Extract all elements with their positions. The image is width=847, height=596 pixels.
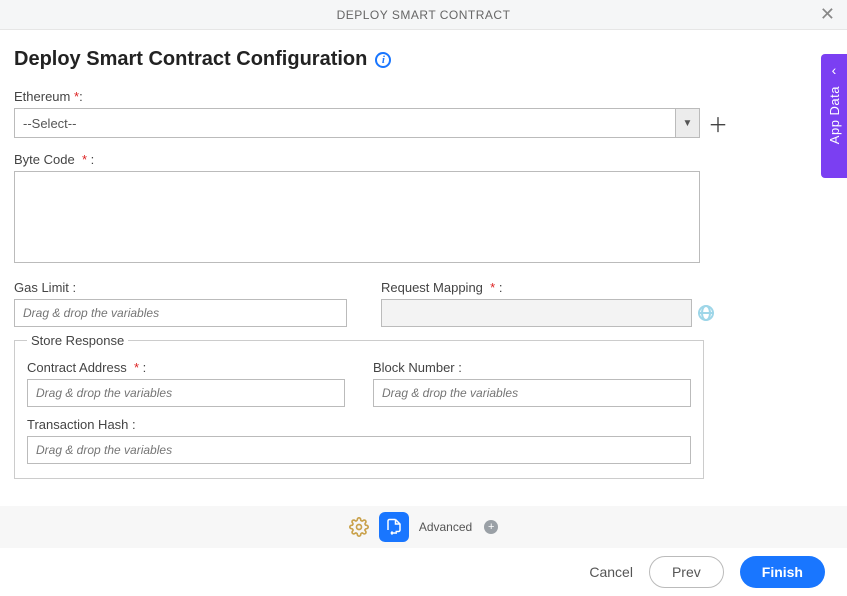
page-title: Deploy Smart Contract Configuration [14, 48, 367, 71]
gaslimit-label: Gas Limit : [14, 280, 76, 295]
store-response-group: Store Response Contract Address * : Bloc… [14, 333, 704, 479]
add-ethereum-button[interactable]: ＋ [708, 109, 728, 138]
ethereum-label: Ethereum *: [14, 89, 83, 104]
gear-icon[interactable] [349, 517, 369, 537]
app-data-side-tab[interactable]: ‹ App Data [821, 54, 847, 178]
dialog-footer: Cancel Prev Finish [0, 548, 847, 596]
bytecode-label: Byte Code * : [14, 152, 94, 167]
document-swap-icon[interactable] [379, 512, 409, 542]
advanced-label[interactable]: Advanced [419, 520, 472, 534]
ethereum-selected-value: --Select-- [23, 116, 76, 131]
close-icon[interactable]: ✕ [820, 4, 835, 25]
dialog-body: Deploy Smart Contract Configuration i Et… [0, 30, 847, 479]
dialog-title: DEPLOY SMART CONTRACT [337, 8, 511, 22]
contractaddress-input[interactable] [27, 379, 345, 407]
chevron-down-icon: ▼ [675, 109, 699, 137]
gaslimit-input[interactable] [14, 299, 347, 327]
transactionhash-label: Transaction Hash : [27, 417, 136, 432]
advanced-plus-icon[interactable]: + [484, 520, 498, 534]
app-data-label: App Data [827, 86, 842, 144]
chevron-left-icon: ‹ [832, 62, 837, 78]
requestmapping-input[interactable] [381, 299, 692, 327]
ethereum-select[interactable]: --Select-- ▼ [14, 108, 700, 138]
dialog-titlebar: DEPLOY SMART CONTRACT ✕ [0, 0, 847, 30]
contractaddress-label: Contract Address * : [27, 360, 146, 375]
prev-button[interactable]: Prev [649, 556, 724, 588]
blocknumber-label: Block Number : [373, 360, 462, 375]
cancel-button[interactable]: Cancel [589, 564, 633, 580]
blocknumber-input[interactable] [373, 379, 691, 407]
finish-button[interactable]: Finish [740, 556, 825, 588]
store-response-legend: Store Response [27, 333, 128, 348]
transactionhash-input[interactable] [27, 436, 691, 464]
bottom-toolbar: Advanced + [0, 506, 847, 548]
info-icon[interactable]: i [375, 52, 391, 68]
bytecode-textarea[interactable] [14, 171, 700, 263]
globe-icon[interactable] [698, 305, 714, 321]
requestmapping-label: Request Mapping * : [381, 280, 502, 295]
